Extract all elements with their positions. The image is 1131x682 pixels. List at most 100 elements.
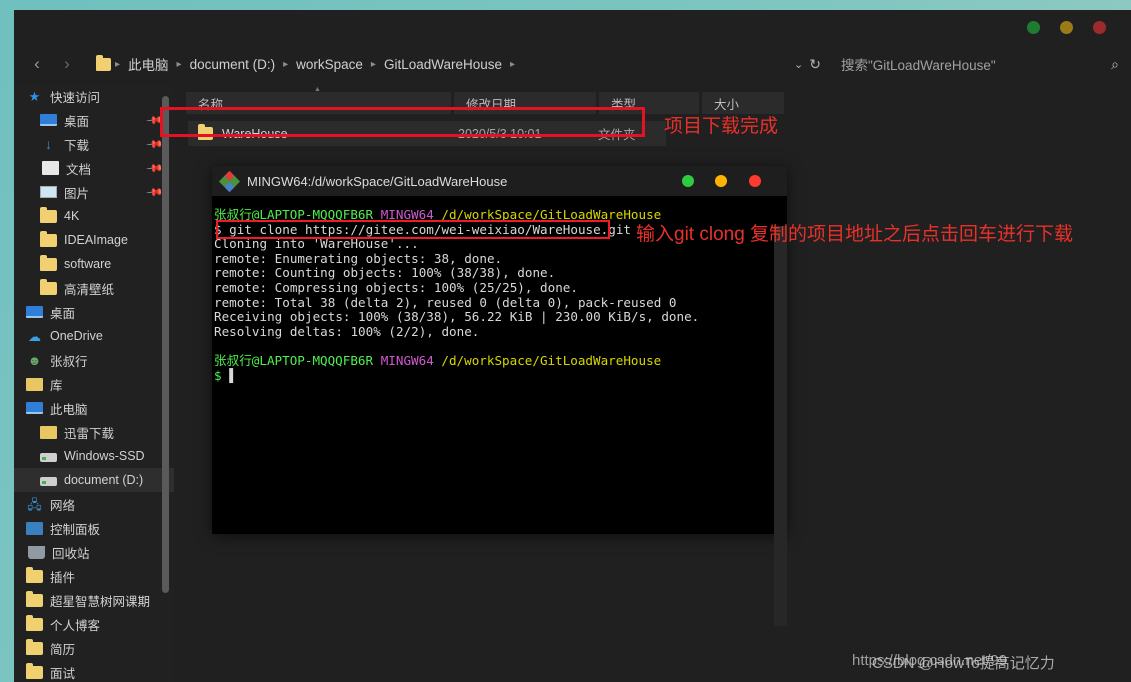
sidebar-scrollbar[interactable]: [162, 96, 169, 593]
drive-icon: [40, 476, 57, 486]
terminal-scrollbar-thumb[interactable]: [774, 226, 787, 626]
library-icon: [26, 377, 43, 391]
git-bash-icon: [218, 170, 241, 192]
sidebar-item-label: document (D:): [64, 473, 144, 487]
sidebar-item-18[interactable]: 控制面板: [14, 516, 174, 540]
sidebar-item-5[interactable]: 4K: [14, 204, 174, 228]
folder-icon: [198, 124, 213, 140]
back-button[interactable]: ‹: [22, 54, 52, 74]
monitor-icon: [26, 402, 43, 414]
file-name: WareHouse: [222, 126, 288, 141]
terminal-scrollbar-track[interactable]: [774, 196, 787, 626]
sidebar-item-label: 快速访问: [50, 90, 101, 105]
sidebar-item-label: 桌面: [64, 114, 90, 129]
chevron-down-icon[interactable]: ⌄: [788, 58, 809, 71]
search-input[interactable]: 搜索"GitLoadWareHouse" ⌕: [829, 51, 1129, 77]
breadcrumb-item-2[interactable]: workSpace: [292, 57, 367, 72]
sidebar-item-label: software: [64, 257, 112, 271]
sidebar-item-22[interactable]: 个人博客: [14, 612, 174, 636]
folder-icon: [26, 662, 43, 679]
sidebar-item-20[interactable]: 插件: [14, 564, 174, 588]
sidebar-item-6[interactable]: IDEAImage: [14, 228, 174, 252]
breadcrumb-separator: ▸: [510, 58, 516, 70]
star-icon: ★: [28, 88, 41, 104]
sidebar-item-label: 插件: [50, 570, 76, 585]
sidebar-item-label: 超星智慧树网课期: [50, 594, 151, 609]
table-row[interactable]: WareHouse 2020/5/3 10:01 文件夹: [188, 121, 666, 146]
sidebar-item-label: 面试: [50, 666, 76, 681]
close-button[interactable]: [1093, 21, 1106, 34]
sidebar-item-13[interactable]: 此电脑: [14, 396, 174, 420]
annotation-download-complete: 项目下载完成: [664, 116, 779, 137]
thunder-folder-icon: [40, 425, 57, 439]
terminal-output-line: remote: Counting objects: 100% (38/38), …: [214, 265, 556, 281]
terminal-output-line: Resolving deltas: 100% (2/2), done.: [214, 323, 480, 339]
breadcrumb: ▸ 此电脑 ▸ document (D:) ▸ workSpace ▸ GitL…: [96, 54, 519, 74]
terminal-close-button[interactable]: [749, 175, 761, 187]
terminal-output[interactable]: 张叔行@LAPTOP-MQQQFB6R MINGW64 /d/workSpace…: [212, 196, 774, 534]
breadcrumb-separator: ▸: [283, 58, 289, 70]
sidebar-item-label: 4K: [64, 209, 80, 223]
sidebar-item-label: 文档: [66, 162, 92, 177]
breadcrumb-item-1[interactable]: document (D:): [186, 57, 280, 72]
folder-icon: [26, 614, 43, 631]
folder-icon: [40, 206, 57, 223]
sidebar-item-9[interactable]: 桌面: [14, 300, 174, 324]
breadcrumb-separator: ▸: [176, 58, 182, 70]
breadcrumb-item-0[interactable]: 此电脑: [124, 54, 173, 74]
refresh-icon[interactable]: ↻: [809, 56, 829, 73]
file-type: 文件夹: [598, 128, 636, 142]
sidebar-item-8[interactable]: 高清壁纸: [14, 276, 174, 300]
sidebar-item-23[interactable]: 简历: [14, 636, 174, 660]
sidebar-item-0[interactable]: ★ 快速访问: [14, 84, 174, 108]
folder-icon: [40, 230, 57, 247]
sidebar-item-label: OneDrive: [50, 329, 103, 343]
sidebar-item-label: 迅雷下载: [64, 426, 115, 441]
sidebar-item-14[interactable]: 迅雷下载: [14, 420, 174, 444]
terminal-output-line: remote: Enumerating objects: 38, done.: [214, 250, 503, 266]
forward-button[interactable]: ›: [52, 54, 82, 74]
sidebar-item-12[interactable]: 库: [14, 372, 174, 396]
sidebar-item-3[interactable]: 文档 📌: [14, 156, 174, 180]
sidebar-item-15[interactable]: Windows-SSD: [14, 444, 174, 468]
search-placeholder: 搜索"GitLoadWareHouse": [841, 58, 996, 73]
sidebar-item-label: IDEAImage: [64, 233, 128, 247]
user-icon: ☻: [27, 352, 42, 368]
sidebar-item-24[interactable]: 面试: [14, 660, 174, 682]
navbar-right-group: ⌄ ↻ 搜索"GitLoadWareHouse" ⌕: [788, 51, 1131, 77]
sidebar-item-17[interactable]: 🖧 网络: [14, 492, 174, 516]
terminal-input-line[interactable]: $ ▌: [214, 368, 770, 384]
sidebar-item-4[interactable]: 图片 📌: [14, 180, 174, 204]
sidebar-item-1[interactable]: 桌面 📌: [14, 108, 174, 132]
download-icon: ↓: [45, 135, 52, 152]
search-icon[interactable]: ⌕: [1111, 56, 1129, 73]
maximize-button[interactable]: [1060, 21, 1073, 34]
annotation-command-hint: 输入git clong 复制的项目地址之后点击回车进行下载: [636, 224, 1074, 245]
terminal-maximize-button[interactable]: [715, 175, 727, 187]
navigation-sidebar[interactable]: ★ 快速访问桌面 📌 ↓ 下载 📌 文档 📌 图片 📌 4K IDEAImage software 高清壁…: [14, 84, 174, 682]
column-header-name[interactable]: 名称: [186, 86, 451, 114]
sidebar-item-16[interactable]: document (D:): [14, 468, 174, 492]
minimize-button[interactable]: [1027, 21, 1040, 34]
breadcrumb-item-3[interactable]: GitLoadWareHouse: [380, 57, 506, 72]
cloud-icon: ☁: [28, 328, 41, 344]
folder-icon: [96, 54, 111, 71]
sidebar-item-2[interactable]: ↓ 下载 📌: [14, 132, 174, 156]
explorer-titlebar: [14, 10, 1131, 44]
folder-icon: [40, 254, 57, 271]
terminal-minimize-button[interactable]: [682, 175, 694, 187]
sidebar-item-21[interactable]: 超星智慧树网课期: [14, 588, 174, 612]
sidebar-item-7[interactable]: software: [14, 252, 174, 276]
file-date: 2020/5/3 10:01: [458, 126, 542, 141]
explorer-navigation-bar: ‹ › ▸ 此电脑 ▸ document (D:) ▸ workSpace ▸ …: [14, 44, 1131, 84]
terminal-output-line: Receiving objects: 100% (38/38), 56.22 K…: [214, 309, 700, 325]
terminal-prompt-line: 张叔行@LAPTOP-MQQQFB6R MINGW64 /d/workSpace…: [214, 352, 662, 368]
terminal-titlebar: MINGW64:/d/workSpace/GitLoadWareHouse: [212, 166, 787, 196]
sidebar-item-10[interactable]: ☁ OneDrive: [14, 324, 174, 348]
sidebar-item-19[interactable]: 回收站: [14, 540, 174, 564]
sidebar-item-11[interactable]: ☻ 张叔行: [14, 348, 174, 372]
sidebar-tree: ★ 快速访问桌面 📌 ↓ 下载 📌 文档 📌 图片 📌 4K IDEAImage software 高清壁…: [14, 84, 174, 682]
column-header-date[interactable]: 修改日期: [454, 92, 596, 114]
sidebar-item-label: 网络: [50, 498, 76, 513]
